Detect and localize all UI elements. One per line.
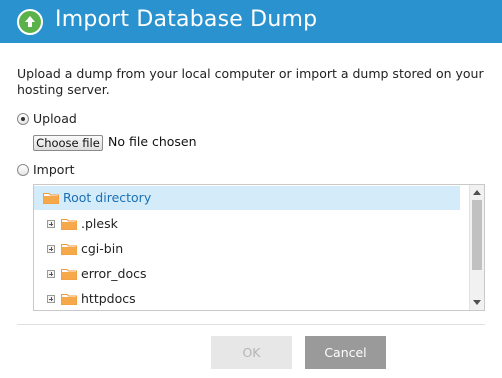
folder-icon: [61, 244, 77, 255]
tree-item-cgi-bin[interactable]: cgi-bin: [34, 237, 460, 261]
description-text: Upload a dump from your local computer o…: [17, 66, 484, 97]
footer-divider: [17, 324, 485, 325]
expand-icon[interactable]: [47, 220, 55, 228]
folder-icon: [61, 269, 77, 280]
ok-button[interactable]: OK: [211, 336, 292, 369]
folder-icon: [43, 193, 59, 204]
tree-item-label: httpdocs: [81, 291, 136, 306]
expand-icon[interactable]: [47, 295, 55, 303]
tree-item-label: Root directory: [63, 190, 152, 205]
upload-arrow-icon: [17, 9, 43, 35]
tree-scrollbar[interactable]: [469, 185, 484, 310]
dialog-title: Import Database Dump: [55, 7, 318, 32]
scrollbar-thumb[interactable]: [472, 200, 482, 270]
import-radio-label[interactable]: Import: [33, 162, 75, 177]
choose-file-button[interactable]: Choose file: [33, 135, 103, 151]
tree-item-plesk[interactable]: .plesk: [34, 212, 460, 236]
tree-item-httpdocs[interactable]: httpdocs: [34, 287, 460, 310]
upload-radio-label[interactable]: Upload: [33, 111, 77, 126]
tree-item-root-directory[interactable]: Root directory: [34, 186, 460, 210]
expand-icon[interactable]: [47, 245, 55, 253]
scroll-up-icon[interactable]: [473, 190, 481, 195]
folder-icon: [61, 294, 77, 305]
tree-item-label: cgi-bin: [81, 241, 124, 256]
scroll-down-icon[interactable]: [473, 300, 481, 305]
tree-item-label: error_docs: [81, 266, 147, 281]
tree-item-error-docs[interactable]: error_docs: [34, 262, 460, 286]
import-radio[interactable]: [17, 164, 29, 176]
dialog-titlebar: Import Database Dump: [0, 0, 502, 43]
expand-icon[interactable]: [47, 270, 55, 278]
cancel-button[interactable]: Cancel: [305, 336, 386, 369]
upload-radio[interactable]: [17, 113, 29, 125]
directory-tree[interactable]: Root directory .plesk cgi-bin error_docs: [33, 184, 485, 311]
folder-icon: [61, 219, 77, 230]
tree-item-label: .plesk: [81, 216, 118, 231]
file-status-text: No file chosen: [108, 134, 197, 149]
